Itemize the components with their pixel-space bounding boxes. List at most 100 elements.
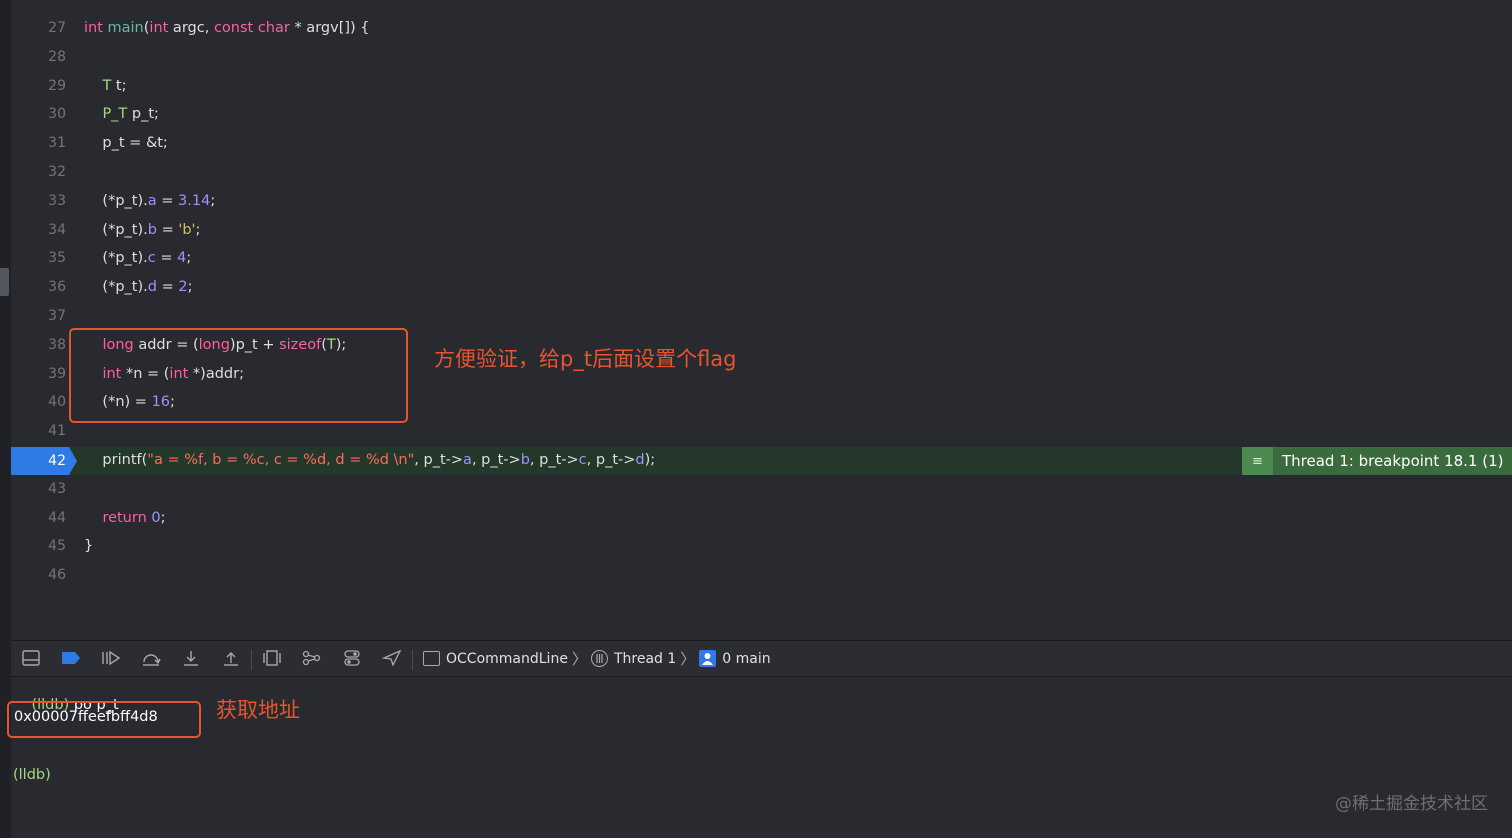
code-token: a (147, 192, 157, 209)
code-token: ; (210, 192, 216, 209)
code-text: (*p_t).c = 4; (84, 244, 191, 273)
code-text: int main(int argc, const char * argv[]) … (84, 14, 370, 43)
line-number[interactable]: 31 (11, 129, 66, 158)
line-number[interactable]: 40 (11, 388, 66, 417)
line-number[interactable]: 32 (11, 158, 66, 187)
code-token: ; (186, 250, 192, 267)
code-line: 32 (11, 158, 1512, 187)
code-token: (*p_t). (84, 192, 148, 209)
view-hierarchy-icon[interactable] (262, 650, 282, 668)
code-text: return 0; (84, 504, 165, 533)
code-text: printf("a = %f, b = %c, c = %d, d = %d \… (84, 446, 655, 475)
line-number[interactable]: 44 (11, 504, 66, 533)
lldb-console[interactable]: (lldb) po p_t 0x00007ffeefbff4d8 获取地址 (l… (7, 677, 1512, 838)
code-text: } (84, 532, 93, 561)
line-number[interactable]: 45 (11, 532, 66, 561)
console-annotation-text: 获取地址 (216, 698, 300, 722)
code-text: (*p_t).a = 3.14; (84, 187, 215, 216)
line-number[interactable]: 39 (11, 360, 66, 389)
code-line: 28 (11, 43, 1512, 72)
crumb-frame[interactable]: 0 main (722, 651, 770, 667)
code-line: 44 return 0; (11, 504, 1512, 533)
continue-icon[interactable] (101, 650, 121, 668)
line-number[interactable]: 35 (11, 244, 66, 273)
toolbar-separator (251, 650, 252, 670)
code-token: } (84, 538, 94, 555)
code-line: 46 (11, 561, 1512, 590)
line-number[interactable]: 34 (11, 216, 66, 245)
code-token: c (578, 452, 587, 468)
code-token: c (147, 250, 156, 267)
target-icon (423, 651, 440, 666)
scroll-thumb[interactable] (0, 268, 9, 296)
code-text: (*p_t).b = 'b'; (84, 216, 200, 245)
code-token: ); (644, 452, 656, 468)
chevron-right-icon: 〉 (571, 650, 587, 668)
code-text: (*p_t).d = 2; (84, 273, 192, 302)
step-into-icon[interactable] (181, 650, 201, 668)
code-text: p_t = &t; (84, 129, 168, 158)
code-token: 2 (178, 279, 188, 296)
line-number[interactable]: 27 (11, 14, 66, 43)
hide-console-icon[interactable] (21, 650, 41, 668)
line-number[interactable]: 33 (11, 187, 66, 216)
code-token: 0 (151, 509, 161, 526)
code-token: d (147, 279, 157, 296)
environment-overrides-icon[interactable] (342, 650, 362, 668)
code-line: 34 (*p_t).b = 'b'; (11, 216, 1512, 245)
memory-graph-icon[interactable] (302, 650, 322, 668)
code-editor[interactable]: 27 int main(int argc, const char * argv[]… (11, 0, 1512, 640)
line-number[interactable]: 43 (11, 475, 66, 504)
code-token: p_t; (127, 106, 159, 123)
code-line: 33 (*p_t).a = 3.14; (11, 187, 1512, 216)
code-token: b (520, 452, 530, 468)
code-token: p_t = &t; (84, 135, 168, 152)
line-number[interactable]: 46 (11, 561, 66, 590)
code-text: P_T p_t; (84, 100, 159, 129)
crumb-target[interactable]: OCCommandLine (446, 651, 568, 667)
chevron-right-icon: 〉 (680, 650, 696, 668)
line-number[interactable]: 30 (11, 100, 66, 129)
code-token: , p_t-> (414, 452, 464, 468)
code-token: return (102, 509, 147, 526)
code-token: (*p_t). (84, 279, 148, 296)
code-line: 30 P_T p_t; (11, 100, 1512, 129)
code-token: ; (195, 221, 201, 238)
code-token: a (463, 452, 472, 468)
code-token: d (635, 452, 645, 468)
code-token: , p_t-> (586, 452, 636, 468)
line-number[interactable]: 37 (11, 302, 66, 331)
code-line: 45} (11, 532, 1512, 561)
code-line: 27 int main(int argc, const char * argv[]… (11, 14, 1512, 43)
line-number[interactable]: 41 (11, 417, 66, 446)
watermark: @稀土掘金技术社区 (1335, 794, 1488, 814)
breakpoints-toggle-icon[interactable] (61, 650, 81, 668)
toolbar-separator (412, 650, 413, 670)
code-token: * argv[]) { (289, 20, 370, 36)
breakpoint-badge[interactable]: ≡ Thread 1: breakpoint 18.1 (1) (1242, 447, 1512, 475)
code-token: argc, (168, 20, 214, 36)
line-number[interactable]: 36 (11, 273, 66, 302)
step-out-icon[interactable] (221, 650, 241, 668)
code-text: T t; (84, 72, 126, 101)
code-token: main (107, 20, 144, 36)
breakpoint-line-number: 42 (48, 453, 66, 469)
breakpoint-badge-icon: ≡ (1242, 447, 1273, 475)
code-token: 3.14 (178, 192, 211, 209)
crumb-thread[interactable]: Thread 1 (614, 651, 676, 667)
console-annotation-box (7, 701, 201, 738)
code-annotation-text: 方便验证，给p_t后面设置个flag (434, 347, 737, 371)
lldb-prompt[interactable]: (lldb) (13, 767, 51, 783)
step-over-icon[interactable] (141, 650, 161, 668)
code-line: 36 (*p_t).d = 2; (11, 273, 1512, 302)
thread-icon (590, 650, 608, 667)
code-token: int (84, 20, 103, 36)
simulate-location-icon[interactable] (381, 649, 402, 668)
line-number[interactable]: 38 (11, 331, 66, 360)
line-number[interactable]: 29 (11, 72, 66, 101)
code-token: = (155, 250, 178, 267)
line-number[interactable]: 28 (11, 43, 66, 72)
